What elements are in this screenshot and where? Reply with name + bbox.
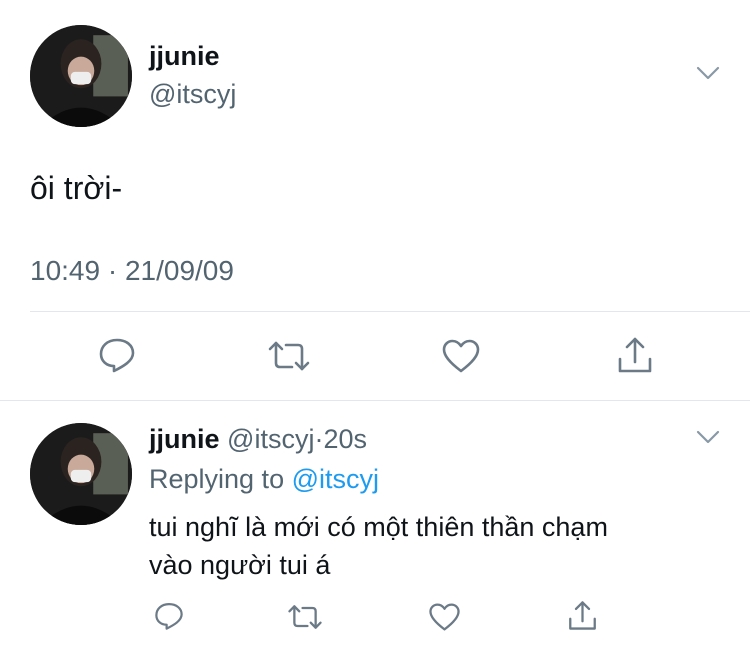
reply-handle[interactable]: @itscyj	[227, 424, 314, 454]
reply-icon[interactable]	[98, 337, 136, 373]
retweet-icon[interactable]	[267, 338, 311, 374]
handle[interactable]: @itscyj	[149, 78, 236, 110]
replying-to: Replying to @itscyj	[149, 462, 379, 496]
tweet-timestamp[interactable]: 10:49 · 21/09/09	[30, 254, 234, 288]
profile-photo	[30, 25, 132, 127]
reply-reply-icon[interactable]	[154, 601, 184, 631]
divider	[30, 311, 750, 312]
reply-text-line-2: vào người tui á	[149, 550, 331, 580]
avatar[interactable]	[30, 25, 132, 127]
chevron-down-icon[interactable]	[696, 66, 720, 80]
reply-time[interactable]: 20s	[323, 424, 367, 454]
reply-retweet-icon[interactable]	[287, 602, 323, 632]
display-name[interactable]: jjunie	[149, 40, 220, 72]
reply-text-line-1: tui nghĩ là mới có một thiên thần chạm	[149, 512, 608, 542]
replying-to-prefix: Replying to	[149, 464, 285, 494]
reply-display-name[interactable]: jjunie	[149, 424, 220, 454]
reply-avatar[interactable]	[30, 423, 132, 525]
reply-share-icon[interactable]	[567, 599, 598, 632]
reply-like-icon[interactable]	[428, 602, 461, 632]
replying-to-handle-link[interactable]: @itscyj	[292, 464, 379, 494]
reply-header: jjunie @itscyj·20s	[149, 422, 367, 456]
like-icon[interactable]	[441, 338, 481, 374]
profile-photo	[30, 423, 132, 525]
divider	[0, 400, 750, 401]
tweet-text: ôi trời-	[30, 170, 123, 206]
share-icon[interactable]	[616, 335, 654, 375]
reply-chevron-down-icon[interactable]	[696, 430, 720, 444]
